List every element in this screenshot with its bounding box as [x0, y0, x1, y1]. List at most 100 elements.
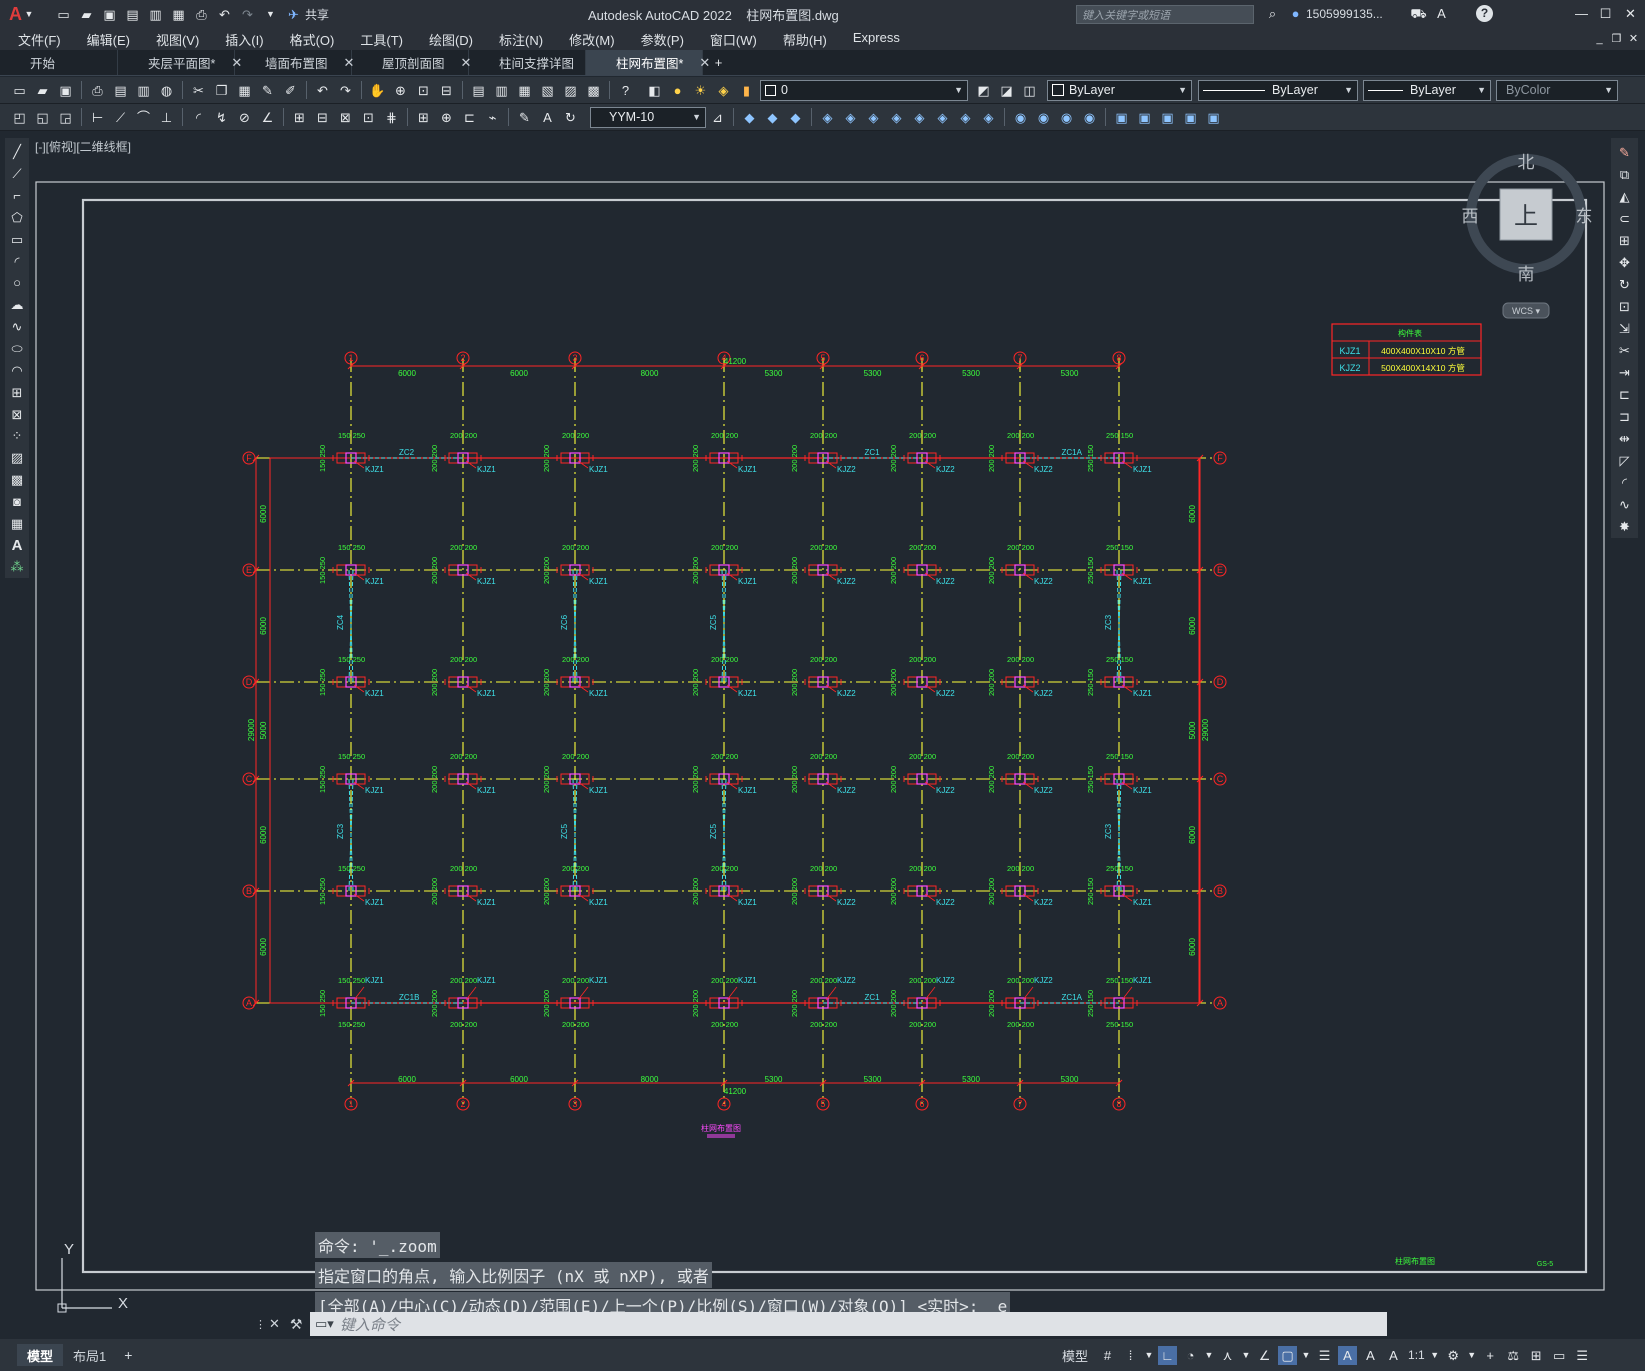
calculator-icon[interactable]: ▩: [584, 81, 603, 100]
column[interactable]: KJZ1 200 200 200 200: [691, 752, 757, 795]
layer-previous-icon[interactable]: ◪: [997, 81, 1016, 100]
zoom-realtime-icon[interactable]: ⊕: [391, 81, 410, 100]
model-space-button[interactable]: 模型: [1062, 1346, 1088, 1365]
zoom-previous-icon[interactable]: ⊟: [437, 81, 456, 100]
file-tab[interactable]: 屋顶剖面图 ✕: [352, 50, 471, 75]
sun-icon[interactable]: ☀: [691, 81, 710, 100]
view-3d-icon[interactable]: ▣: [1204, 108, 1223, 127]
extend-icon[interactable]: ⇥: [1615, 362, 1635, 382]
isodraft-icon[interactable]: ⋏: [1218, 1346, 1237, 1365]
menu-item[interactable]: 插入(I): [212, 30, 276, 49]
column[interactable]: KJZ1 150 250 150 250: [318, 752, 384, 795]
mtext-icon[interactable]: A: [7, 535, 27, 555]
column[interactable]: KJZ2 200 200 200 200: [987, 655, 1053, 698]
viewcube-west[interactable]: 西: [1462, 207, 1479, 226]
annotation-scale-value[interactable]: 1:1: [1408, 1348, 1425, 1362]
column[interactable]: KJZ1 250 150 250 150: [1086, 655, 1152, 698]
menu-item[interactable]: 标注(N): [486, 30, 556, 49]
menu-item[interactable]: 文件(F): [5, 30, 74, 49]
layer-iso-icon[interactable]: ◫: [1020, 81, 1039, 100]
ordinate-icon[interactable]: ⊥: [157, 108, 176, 127]
arc-length-icon[interactable]: ⌒: [134, 108, 153, 127]
spline-icon[interactable]: ∿: [7, 317, 27, 337]
column[interactable]: KJZ2 200 200 200 200: [790, 655, 856, 698]
column[interactable]: KJZ1 250 150 250 150: [1086, 752, 1152, 795]
column[interactable]: KJZ2 200 200 200 200: [889, 655, 955, 698]
render-icon[interactable]: ◉: [1011, 108, 1030, 127]
construction-line-icon[interactable]: ⟋: [7, 164, 27, 184]
menu-item[interactable]: 窗口(W): [697, 30, 770, 49]
ellipse-icon[interactable]: ⬭: [7, 339, 27, 359]
revolve-icon[interactable]: ◈: [864, 108, 883, 127]
command-line[interactable]: ▭▾ 键入命令: [310, 1312, 1387, 1336]
copy-icon[interactable]: ❐: [212, 81, 231, 100]
viewcube-east[interactable]: 东: [1576, 207, 1593, 226]
view-top-icon[interactable]: ▣: [1112, 108, 1131, 127]
workspace-menu-icon[interactable]: ▼: [1467, 1346, 1477, 1365]
revcloud-icon[interactable]: ☁: [7, 295, 27, 315]
lineweight-display-icon[interactable]: ☰: [1315, 1346, 1334, 1365]
solid-subtract-icon[interactable]: ◆: [786, 108, 805, 127]
slice-icon[interactable]: ◈: [933, 108, 952, 127]
redo-icon[interactable]: ↷: [238, 5, 257, 24]
column[interactable]: KJZ1 200 200 200 200: [430, 655, 496, 698]
preview-icon[interactable]: ▤: [111, 81, 130, 100]
gradient-icon[interactable]: ▩: [7, 470, 27, 490]
paste-icon[interactable]: ▦: [235, 81, 254, 100]
ucs-world-icon[interactable]: ◱: [33, 108, 52, 127]
explode-icon[interactable]: ✸: [1615, 516, 1635, 536]
file-tab[interactable]: 夹层平面图* ✕: [118, 50, 242, 75]
layout-tab[interactable]: 模型: [17, 1344, 64, 1366]
tolerance-icon[interactable]: ⊞: [414, 108, 433, 127]
iso-menu-icon[interactable]: ▼: [1241, 1346, 1251, 1365]
menu-item[interactable]: Express: [840, 30, 913, 49]
menu-item[interactable]: 格式(O): [277, 30, 348, 49]
new-file-icon[interactable]: ▭: [54, 5, 73, 24]
aligned-dim-icon[interactable]: ⟋: [111, 108, 130, 127]
save-icon-2[interactable]: ▣: [56, 81, 75, 100]
menu-item[interactable]: 工具(T): [347, 30, 416, 49]
view-front-icon[interactable]: ▣: [1135, 108, 1154, 127]
region-icon[interactable]: ◙: [7, 492, 27, 512]
auto-scale-icon[interactable]: A: [1361, 1346, 1380, 1365]
scale-menu-icon[interactable]: ▼: [1430, 1346, 1440, 1365]
block-editor-icon[interactable]: ✐: [281, 81, 300, 100]
arc-icon[interactable]: ◜: [7, 251, 27, 271]
continue-dim-icon[interactable]: ⊠: [336, 108, 355, 127]
fillet-icon[interactable]: ◜: [1615, 472, 1635, 492]
solid-box-icon[interactable]: ◆: [740, 108, 759, 127]
doc-close-icon[interactable]: ✕: [1624, 30, 1643, 49]
thicken-icon[interactable]: ◈: [956, 108, 975, 127]
menu-item[interactable]: 修改(M): [556, 30, 628, 49]
user-icon[interactable]: ●: [1286, 4, 1305, 23]
imprint-icon[interactable]: ◈: [979, 108, 998, 127]
ellipse-arc-icon[interactable]: ◠: [7, 360, 27, 380]
dimtedit-icon[interactable]: A: [538, 108, 557, 127]
customize-status-icon[interactable]: ☰: [1573, 1346, 1592, 1365]
menu-item[interactable]: 视图(V): [143, 30, 212, 49]
column[interactable]: KJZ2 200 200 200 200: [889, 752, 955, 795]
offset-icon[interactable]: ⊂: [1615, 208, 1635, 228]
column[interactable]: KJZ2 200 200 200 200: [987, 752, 1053, 795]
dimedit-icon[interactable]: ✎: [515, 108, 534, 127]
close-icon[interactable]: ✕: [1621, 4, 1640, 23]
publish-icon[interactable]: ▥: [134, 81, 153, 100]
polar-menu-icon[interactable]: ▼: [1204, 1346, 1214, 1365]
ucs-icon[interactable]: ◰: [10, 108, 29, 127]
column[interactable]: KJZ2 200 200 200 200: [790, 864, 856, 907]
layout-tab[interactable]: 布局1: [63, 1344, 116, 1366]
inspect-icon[interactable]: ⊏: [460, 108, 479, 127]
break-at-point-icon[interactable]: ⊏: [1615, 384, 1635, 404]
plot-icon[interactable]: ⎙: [192, 5, 211, 24]
menu-item[interactable]: 编辑(E): [74, 30, 143, 49]
new-tab-icon[interactable]: +: [709, 53, 728, 72]
zoom-window-icon[interactable]: ⊡: [414, 81, 433, 100]
pan-icon[interactable]: ✋: [368, 81, 387, 100]
workspace-gear-icon[interactable]: ⚙: [1444, 1346, 1463, 1365]
angular-dim-icon[interactable]: ∠: [258, 108, 277, 127]
array-icon[interactable]: ⊞: [1615, 230, 1635, 250]
table-icon[interactable]: ▦: [7, 513, 27, 533]
matchprop-icon[interactable]: ✎: [258, 81, 277, 100]
cut-icon[interactable]: ✂: [189, 81, 208, 100]
dimstyle-manager-icon[interactable]: ⊿: [708, 108, 727, 127]
